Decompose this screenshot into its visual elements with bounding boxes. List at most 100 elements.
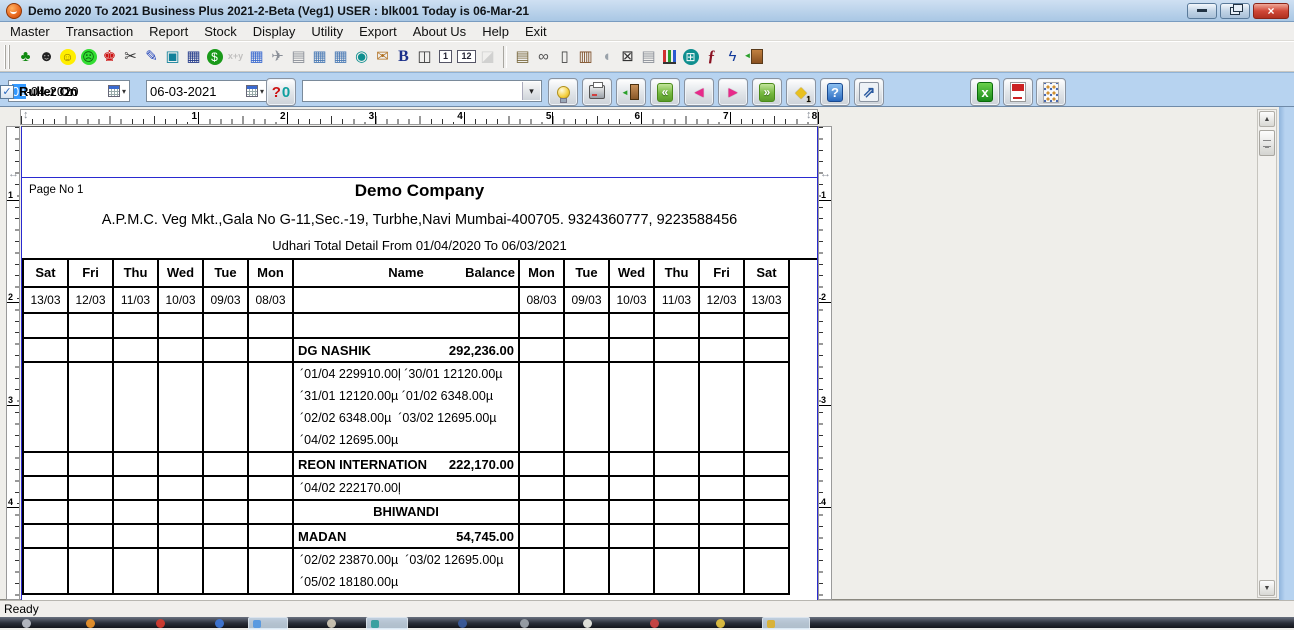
taskbar-icon[interactable]: [716, 619, 725, 628]
minimize-button[interactable]: [1187, 3, 1217, 19]
batch-print-button[interactable]: [1036, 78, 1066, 106]
taskbar-button[interactable]: [248, 617, 288, 630]
margin-handle-icon[interactable]: ↕: [806, 110, 812, 121]
record-help-button[interactable]: ?0: [266, 78, 296, 106]
restore-button[interactable]: [1220, 3, 1250, 19]
page-one-icon[interactable]: 1: [435, 44, 456, 69]
scroll-down-button[interactable]: ▼: [1259, 580, 1275, 596]
vertical-ruler-left[interactable]: ↔ 1234: [6, 126, 20, 600]
margin-handle-icon[interactable]: ↕: [23, 110, 29, 121]
menu-item-exit[interactable]: Exit: [517, 23, 555, 40]
tips-button[interactable]: [548, 78, 578, 106]
menu-item-export[interactable]: Export: [351, 23, 405, 40]
taskbar-icon[interactable]: [22, 619, 31, 628]
magician-icon[interactable]: ☻: [36, 44, 57, 69]
happy-smiley-icon[interactable]: ☺: [57, 44, 78, 69]
pdf-export-button[interactable]: [1003, 78, 1033, 106]
calculator-icon[interactable]: ⊞: [680, 44, 701, 69]
comment-icon[interactable]: ◖: [596, 44, 617, 69]
menu-item-utility[interactable]: Utility: [303, 23, 351, 40]
duplicate-icon[interactable]: ▣: [162, 44, 183, 69]
date-to-field[interactable]: 06-03-2021 ▾: [146, 80, 268, 102]
calendar-dropdown-icon[interactable]: ▾: [105, 81, 129, 101]
edit-voucher-icon[interactable]: ✎: [141, 44, 162, 69]
taskbar-button[interactable]: [366, 617, 408, 630]
close-button[interactable]: ×: [1253, 3, 1289, 19]
table-day-cell: [565, 453, 610, 475]
print-button[interactable]: [582, 78, 612, 106]
ruler-number: 3: [821, 396, 830, 405]
bold-icon[interactable]: B: [393, 44, 414, 69]
bar-chart-icon[interactable]: [659, 44, 680, 69]
table-icon[interactable]: ▦: [309, 44, 330, 69]
ruler-toggle[interactable]: ✓ Ruller On: [0, 84, 78, 99]
taskbar-icon[interactable]: [327, 619, 336, 628]
sad-smiley-icon[interactable]: ☹: [78, 44, 99, 69]
mail-export-icon[interactable]: ✉: [372, 44, 393, 69]
excel-export-button[interactable]: x: [970, 78, 1000, 106]
combo-dropdown-button[interactable]: ▾: [522, 82, 540, 100]
ruler-major-tick: [819, 507, 831, 508]
window-icon[interactable]: ▦: [183, 44, 204, 69]
menu-item-about-us[interactable]: About Us: [405, 23, 474, 40]
calendar-icon[interactable]: ▦: [246, 44, 267, 69]
last-page-button[interactable]: »: [752, 78, 782, 106]
menu-item-help[interactable]: Help: [474, 23, 517, 40]
scrollbar-thumb[interactable]: [1259, 130, 1275, 156]
toolbar-grip[interactable]: [4, 45, 10, 69]
scroll-up-button[interactable]: ▲: [1259, 111, 1275, 127]
dispatch-icon[interactable]: ◉: [351, 44, 372, 69]
run-icon[interactable]: ϟ: [722, 44, 743, 69]
account-filter-combo[interactable]: ▾: [302, 80, 542, 102]
zoom-button[interactable]: ⇗: [854, 78, 884, 106]
page-onetwo-icon[interactable]: 12: [456, 44, 477, 69]
db-transfer-icon[interactable]: ▤: [288, 44, 309, 69]
first-page-button[interactable]: «: [650, 78, 680, 106]
window-title: Demo 2020 To 2021 Business Plus 2021-2-B…: [28, 4, 529, 18]
menu-item-report[interactable]: Report: [141, 23, 196, 40]
margin-guide-line[interactable]: [22, 177, 817, 178]
help-button[interactable]: ?: [820, 78, 850, 106]
prev-page-button[interactable]: ◄: [684, 78, 714, 106]
close-preview-button[interactable]: [616, 78, 646, 106]
register-icon[interactable]: ⊠: [617, 44, 638, 69]
db-add-icon[interactable]: ▤: [512, 44, 533, 69]
table-day-cell: [700, 477, 745, 499]
margin-handle-icon[interactable]: ↔: [8, 169, 19, 180]
windows-taskbar[interactable]: [0, 617, 1294, 628]
taskbar-icon[interactable]: [215, 619, 224, 628]
goto-page-button[interactable]: ◆1: [786, 78, 816, 106]
server-export-icon[interactable]: ▤: [638, 44, 659, 69]
menu-item-master[interactable]: Master: [2, 23, 58, 40]
money-bag-icon[interactable]: $: [204, 44, 225, 69]
table-alt-icon[interactable]: ▦: [330, 44, 351, 69]
menu-item-stock[interactable]: Stock: [196, 23, 245, 40]
exit-icon[interactable]: [743, 44, 764, 69]
taskbar-icon[interactable]: [156, 619, 165, 628]
taskbar-icon[interactable]: [650, 619, 659, 628]
cut-icon[interactable]: ✂: [120, 44, 141, 69]
menu-item-display[interactable]: Display: [245, 23, 304, 40]
menu-item-transaction[interactable]: Transaction: [58, 23, 141, 40]
palm-tree-icon[interactable]: ♣: [15, 44, 36, 69]
columns-icon[interactable]: ◫: [414, 44, 435, 69]
margin-handle-icon[interactable]: ↔: [820, 169, 831, 180]
report-doc-icon[interactable]: ▯: [554, 44, 575, 69]
taskbar-icon[interactable]: [86, 619, 95, 628]
taskbar-icon[interactable]: [520, 619, 529, 628]
mask-icon[interactable]: ♚: [99, 44, 120, 69]
protractor-icon[interactable]: ✈: [267, 44, 288, 69]
taskbar-icon[interactable]: [583, 619, 592, 628]
next-page-button[interactable]: ►: [718, 78, 748, 106]
horizontal-ruler[interactable]: 12345678: [20, 109, 818, 125]
search-icon[interactable]: ∞: [533, 44, 554, 69]
table-day-cell: [610, 339, 655, 361]
vertical-scrollbar[interactable]: ▲ ▼: [1257, 109, 1277, 598]
taskbar-button[interactable]: [762, 617, 810, 630]
calendar-dropdown-icon[interactable]: ▾: [243, 81, 267, 101]
function-icon[interactable]: ƒ: [701, 44, 722, 69]
vertical-ruler-right[interactable]: ↔ 1234: [818, 126, 832, 600]
taskbar-icon[interactable]: [458, 619, 467, 628]
ledger-cabinet-icon[interactable]: ▥: [575, 44, 596, 69]
ruler-checkbox[interactable]: ✓: [0, 85, 14, 99]
